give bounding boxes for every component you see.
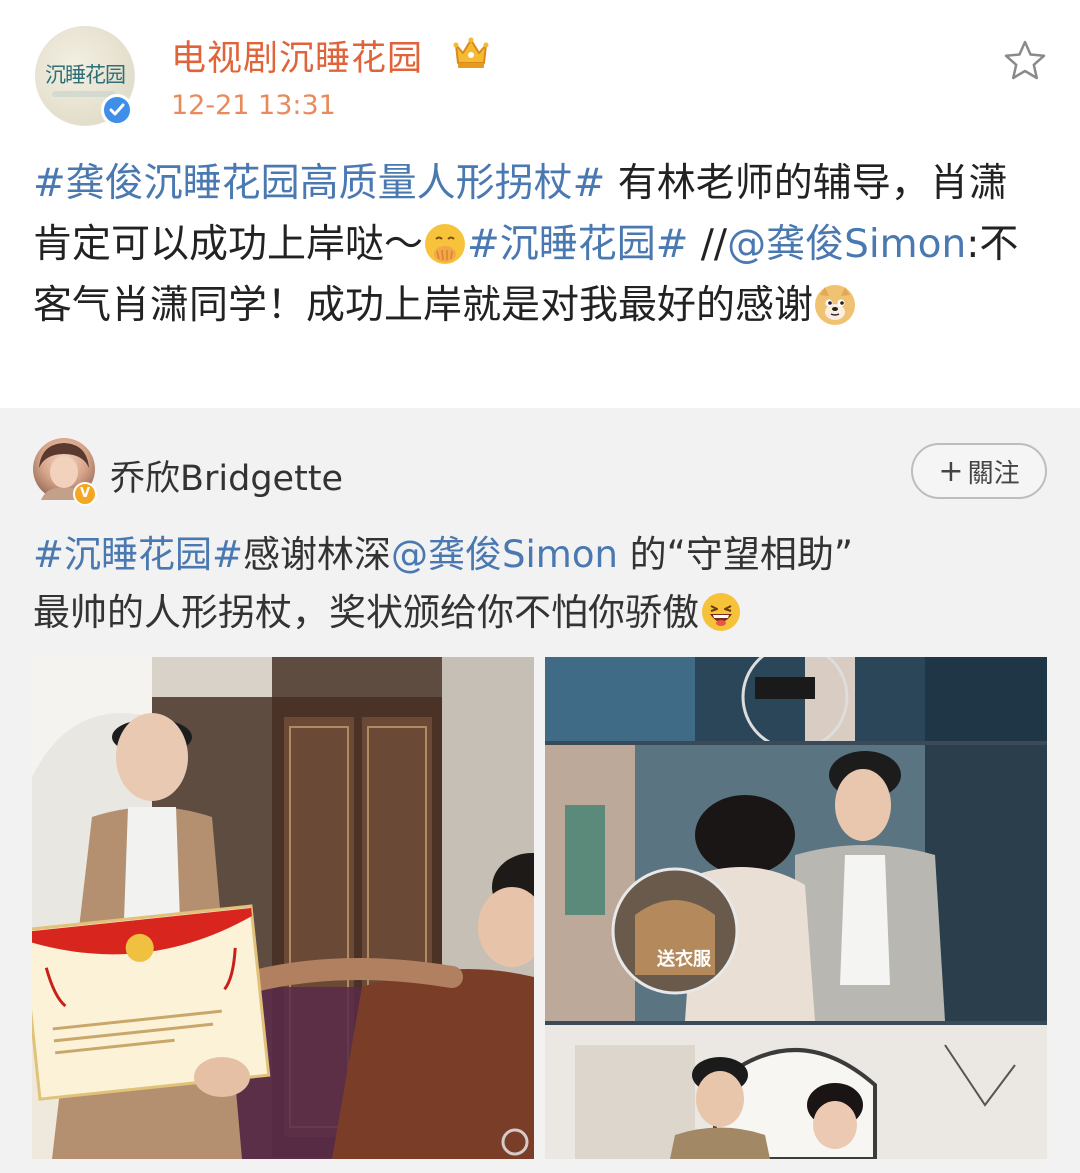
award-certificate-photo[interactable] (32, 657, 534, 1159)
repost-card[interactable]: V 乔欣Bridgette + 關注 #沉睡花园#感谢林深@龚俊Simon 的“… (0, 408, 1080, 1173)
post-body: #龚俊沉睡花园高质量人形拐杖# 有林老师的辅导，肖潇肯定可以成功上岸哒～ #沉睡花… (33, 153, 1043, 336)
collage-panel-middle: 送衣服 (545, 745, 1047, 1021)
doge-emoji (815, 285, 856, 325)
magnifier-caption: 送衣服 (656, 948, 712, 970)
collage-panel-bottom (545, 1025, 1047, 1159)
repost-author-name[interactable]: 乔欣Bridgette (110, 450, 343, 501)
hashtag-link[interactable]: #沉睡花园# (33, 533, 243, 576)
yellow-v-badge-icon: V (73, 482, 97, 506)
post-text-segment: // (688, 222, 728, 267)
hashtag-link[interactable]: #龚俊沉睡花园高质量人形拐杖# (33, 161, 605, 206)
mention-link[interactable]: @龚俊Simon (391, 533, 618, 576)
cover-face-emoji (425, 224, 466, 264)
mention-link[interactable]: @龚俊Simon (727, 222, 966, 267)
follow-button[interactable]: + 關注 (911, 443, 1047, 499)
star-outline-icon[interactable] (1002, 38, 1048, 84)
avatar-decoration (52, 91, 116, 97)
repost-text-segment: 的“守望相助” (617, 533, 854, 576)
repost-body: #沉睡花园#感谢林深@龚俊Simon 的“守望相助” 最帅的人形拐杖，奖状颁给你不… (33, 526, 1043, 642)
post-timestamp: 12-21 13:31 (171, 90, 336, 121)
verified-badge-icon (101, 94, 133, 126)
avatar-logo-text: 沉睡花园 (45, 63, 126, 87)
collage-panel-top (545, 657, 1047, 741)
follow-label: 關注 (967, 458, 1020, 489)
plus-icon: + (938, 453, 964, 489)
author-name[interactable]: 电视剧沉睡花园 (171, 30, 423, 81)
post-header: 沉睡花园 电视剧沉睡花园 12-21 13:31 (0, 0, 1080, 145)
vip-crown-icon[interactable] (452, 33, 490, 71)
collage-photo[interactable]: 送衣服 (545, 657, 1047, 1159)
laughing-emoji (701, 592, 741, 632)
repost-text-segment: 最帅的人形拐杖，奖状颁给你不怕你骄傲 (33, 591, 699, 634)
repost-text-segment: 感谢林深 (243, 533, 392, 576)
hashtag-link[interactable]: #沉睡花园# (467, 222, 688, 267)
